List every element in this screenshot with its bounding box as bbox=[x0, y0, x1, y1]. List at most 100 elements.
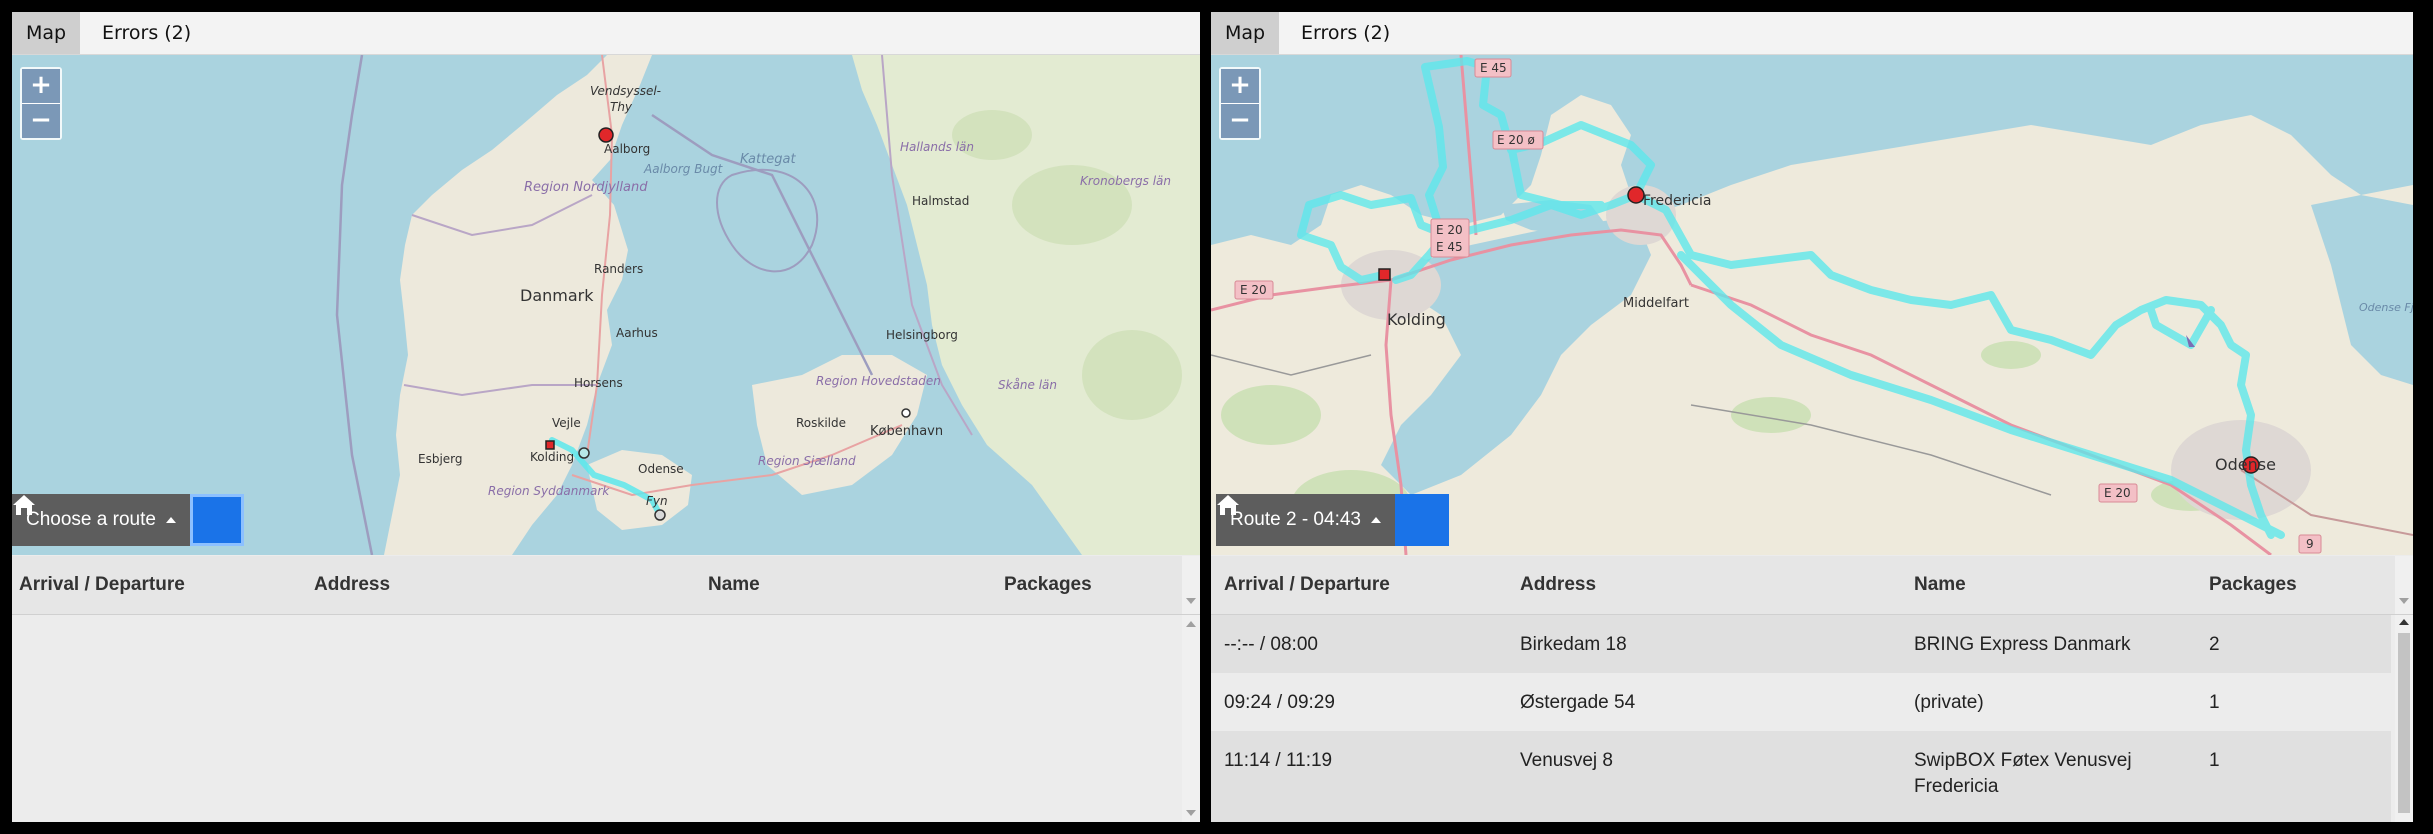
header-scrollbar[interactable] bbox=[2395, 556, 2413, 614]
tab-errors[interactable]: Errors (2) bbox=[1287, 12, 1404, 54]
label-thy: Thy bbox=[610, 100, 633, 114]
cell-address: Birkedam 18 bbox=[1520, 634, 1627, 655]
label-fyn: Fyn bbox=[646, 494, 668, 508]
tab-map[interactable]: Map bbox=[12, 12, 80, 54]
home-button[interactable] bbox=[13, 494, 244, 546]
table-header: Arrival / Departure Address Name Package… bbox=[12, 556, 1200, 615]
scroll-thumb[interactable] bbox=[2398, 633, 2410, 813]
header-scrollbar[interactable] bbox=[1182, 556, 1200, 614]
cell-address: Østergade 54 bbox=[1520, 692, 1636, 713]
col-address[interactable]: Address bbox=[1520, 556, 1596, 614]
tab-errors[interactable]: Errors (2) bbox=[88, 12, 205, 54]
zoom-out-button[interactable]: − bbox=[22, 103, 60, 138]
caret-up-icon bbox=[1370, 517, 1381, 523]
cell-time: --:-- / 08:00 bbox=[1224, 634, 1318, 655]
cell-name-line2: Fredericia bbox=[1914, 776, 1999, 797]
label-aalborg-bugt: Aalborg Bugt bbox=[643, 162, 724, 176]
scroll-up-icon[interactable] bbox=[1186, 621, 1196, 627]
table-row[interactable]: 09:24 / 09:29 Østergade 54 (private) 1 bbox=[1211, 673, 2391, 731]
col-address[interactable]: Address bbox=[314, 556, 390, 614]
col-name[interactable]: Name bbox=[1914, 556, 1966, 614]
label-horsens: Horsens bbox=[574, 376, 623, 390]
home-icon bbox=[13, 495, 35, 515]
cell-packages: 1 bbox=[2209, 750, 2220, 771]
label-sjaelland: Region Sjælland bbox=[758, 454, 856, 468]
zoom-control: + − bbox=[20, 67, 62, 140]
label-e45: E 45 bbox=[1480, 61, 1507, 75]
label-e20: E 20 bbox=[1436, 223, 1463, 237]
table-scrollbar[interactable] bbox=[1182, 615, 1200, 822]
table-row[interactable]: --:-- / 08:00 Birkedam 18 BRING Express … bbox=[1211, 615, 2391, 673]
label-e45b: E 45 bbox=[1436, 240, 1463, 254]
left-panel: Map Errors (2) Vendsyssel- Thy Aalborg A… bbox=[12, 12, 1200, 822]
zoom-in-button[interactable]: + bbox=[1221, 69, 1259, 103]
route-selector: Route 2 - 04:43 bbox=[1216, 494, 1449, 546]
col-arrival-departure[interactable]: Arrival / Departure bbox=[19, 556, 185, 614]
map-view[interactable]: Vendsyssel- Thy Aalborg Aalborg Bugt Reg… bbox=[12, 55, 1200, 555]
route-dropdown-label: Route 2 - 04:43 bbox=[1230, 509, 1361, 530]
right-panel: Map Errors (2) E 45 E 20 ø E 20 E 45 E 2… bbox=[1211, 12, 2413, 822]
home-icon bbox=[1217, 495, 1239, 515]
home-button[interactable] bbox=[1217, 494, 1449, 546]
label-kronobergs: Kronobergs län bbox=[1080, 174, 1171, 188]
label-hovedstaden: Region Hovedstaden bbox=[816, 374, 941, 388]
cell-name: BRING Express Danmark bbox=[1914, 634, 2131, 655]
label-odense: Odense bbox=[2215, 455, 2276, 474]
table-scrollbar[interactable] bbox=[2395, 615, 2413, 822]
map-canvas: E 45 E 20 ø E 20 E 45 E 20 E 20 9 Freder… bbox=[1211, 55, 2413, 555]
route-dropdown-label: Choose a route bbox=[26, 509, 156, 530]
cell-address: Venusvej 8 bbox=[1520, 750, 1613, 771]
caret-up-icon bbox=[165, 517, 176, 523]
scroll-up-icon[interactable] bbox=[2399, 619, 2409, 625]
label-hallands: Hallands län bbox=[900, 140, 974, 154]
label-vendsyssel: Vendsyssel- bbox=[590, 84, 661, 98]
tab-bar: Map Errors (2) bbox=[12, 12, 1200, 55]
zoom-in-button[interactable]: + bbox=[22, 69, 60, 103]
label-skane: Skåne län bbox=[998, 378, 1057, 392]
table-header: Arrival / Departure Address Name Package… bbox=[1211, 556, 2413, 615]
cell-name: (private) bbox=[1914, 692, 1984, 713]
map-view[interactable]: E 45 E 20 ø E 20 E 45 E 20 E 20 9 Freder… bbox=[1211, 55, 2413, 555]
label-e20-bottom: E 20 bbox=[2104, 486, 2131, 500]
label-aarhus: Aarhus bbox=[616, 326, 658, 340]
label-esbjerg: Esbjerg bbox=[418, 452, 463, 466]
label-odense-fjord: Odense Fjord bbox=[2359, 301, 2413, 314]
route-dropdown-button[interactable]: Route 2 - 04:43 bbox=[1216, 494, 1395, 546]
label-route-9: 9 bbox=[2306, 537, 2314, 551]
stops-table-body bbox=[12, 615, 1200, 822]
scroll-down-icon[interactable] bbox=[1186, 810, 1196, 816]
stops-table-body: --:-- / 08:00 Birkedam 18 BRING Express … bbox=[1211, 615, 2413, 822]
label-fredericia: Fredericia bbox=[1643, 193, 1711, 209]
table-row[interactable]: 11:14 / 11:19 Venusvej 8 SwipBOX Føtex V… bbox=[1211, 731, 2391, 822]
label-kolding: Kolding bbox=[530, 450, 574, 464]
zoom-control: + − bbox=[1219, 67, 1261, 140]
cell-time: 09:24 / 09:29 bbox=[1224, 692, 1335, 713]
tab-map[interactable]: Map bbox=[1211, 12, 1279, 54]
label-syddanmark: Region Syddanmark bbox=[488, 484, 610, 498]
label-randers: Randers bbox=[594, 262, 643, 276]
label-danmark: Danmark bbox=[520, 286, 594, 305]
col-packages[interactable]: Packages bbox=[2209, 556, 2297, 614]
route-selector: Choose a route bbox=[12, 494, 244, 546]
scroll-down-icon[interactable] bbox=[1186, 598, 1196, 604]
label-nordjylland: Region Nordjylland bbox=[524, 180, 648, 195]
label-helsingborg: Helsingborg bbox=[886, 328, 958, 342]
zoom-out-button[interactable]: − bbox=[1221, 103, 1259, 138]
cell-packages: 1 bbox=[2209, 692, 2220, 713]
label-kattegat: Kattegat bbox=[740, 152, 796, 167]
label-roskilde: Roskilde bbox=[796, 416, 846, 430]
label-vejle: Vejle bbox=[552, 416, 581, 430]
route-dropdown-button[interactable]: Choose a route bbox=[12, 494, 190, 546]
label-odense: Odense bbox=[638, 462, 684, 476]
cell-packages: 2 bbox=[2209, 634, 2220, 655]
label-kolding: Kolding bbox=[1387, 310, 1446, 329]
cell-time: 11:14 / 11:19 bbox=[1224, 750, 1333, 771]
map-canvas: Vendsyssel- Thy Aalborg Aalborg Bugt Reg… bbox=[335, 55, 1200, 555]
cell-name-line1: SwipBOX Føtex Venusvej bbox=[1914, 750, 2132, 771]
col-arrival-departure[interactable]: Arrival / Departure bbox=[1224, 556, 1390, 614]
scroll-down-icon[interactable] bbox=[2399, 598, 2409, 604]
label-halmstad: Halmstad bbox=[912, 194, 969, 208]
col-packages[interactable]: Packages bbox=[1004, 556, 1092, 614]
label-e20o: E 20 ø bbox=[1497, 133, 1535, 147]
col-name[interactable]: Name bbox=[708, 556, 760, 614]
